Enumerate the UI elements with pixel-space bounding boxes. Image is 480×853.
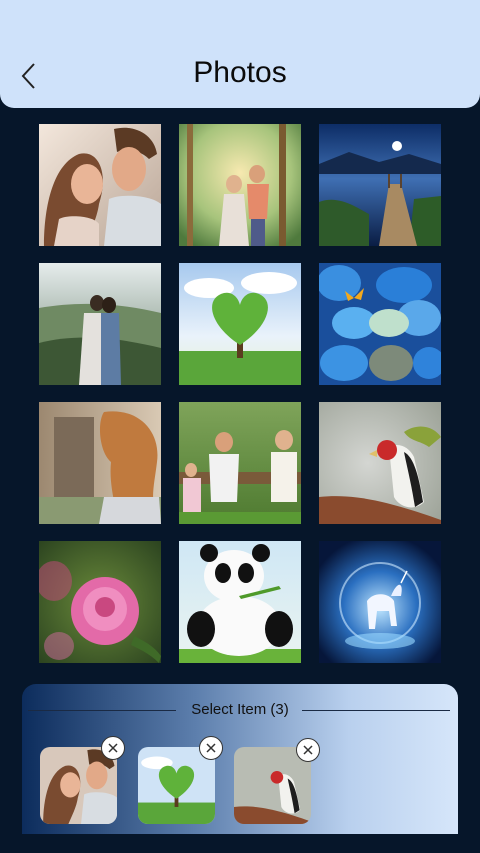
close-circle-icon [108,743,118,753]
photo-lake-pier-night[interactable] [319,124,441,246]
photo-family-bench[interactable] [179,402,301,524]
photo-panda-cartoon[interactable] [179,541,301,663]
photo-pink-rose[interactable] [39,541,161,663]
photo-bird-on-branch[interactable] [319,402,441,524]
remove-selected-heart-tree-button[interactable] [199,736,223,760]
selected-item-couple-kiss[interactable] [40,747,117,824]
photo-unicorn-moon[interactable] [319,541,441,663]
photo-heart-tree[interactable] [179,263,301,385]
remove-selected-couple-kiss-button[interactable] [101,736,125,760]
divider-right [302,710,450,711]
selected-item-heart-tree[interactable] [138,747,215,824]
page-title: Photos [193,56,287,89]
photo-grid [39,124,441,663]
photo-blue-pebbles-butterfly[interactable] [319,263,441,385]
selection-panel: Select Item (3) [22,684,458,834]
close-circle-icon [206,743,216,753]
close-circle-icon [303,745,313,755]
remove-selected-bird-on-branch-button[interactable] [296,738,320,762]
header-bar: Photos [0,0,480,108]
photo-couple-mountain-view[interactable] [39,263,161,385]
photo-woman-curly-hair[interactable] [39,402,161,524]
photo-couple-kiss[interactable] [39,124,161,246]
photo-couple-forest[interactable] [179,124,301,246]
